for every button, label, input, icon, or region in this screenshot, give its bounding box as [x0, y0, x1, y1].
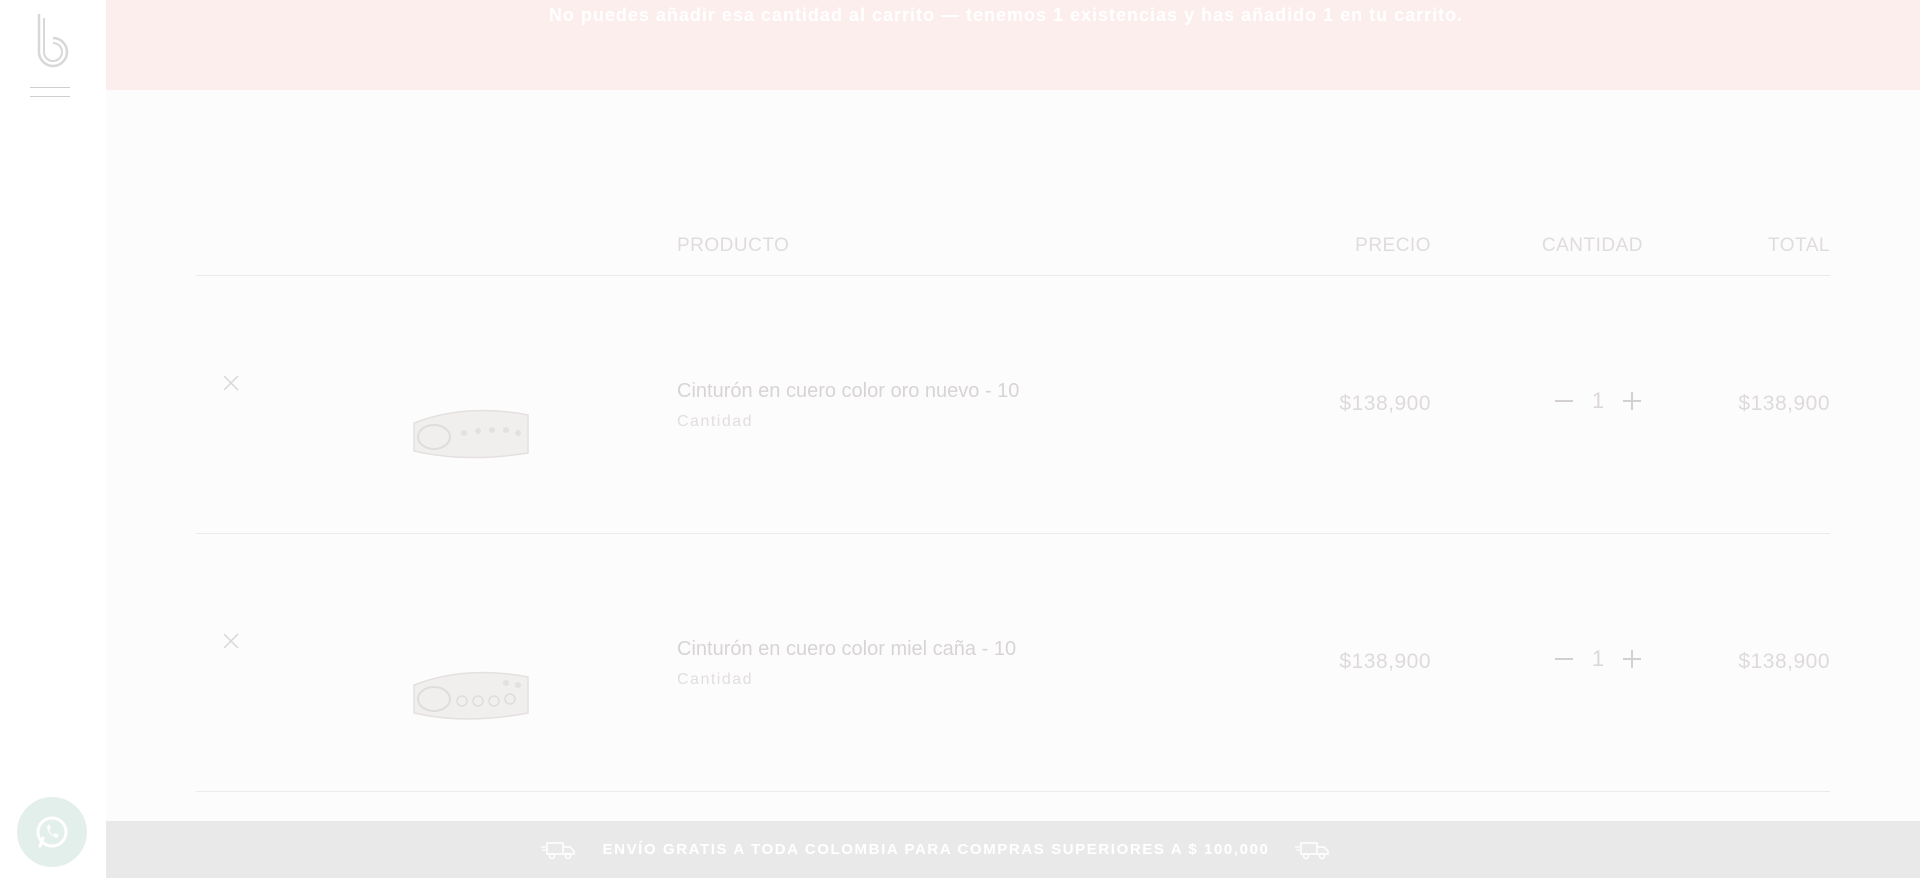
minus-icon[interactable] [1553, 648, 1575, 670]
header-quantity: CANTIDAD [1541, 235, 1643, 256]
cart-item: Cinturón en cuero color oro nuevo - 10 C… [196, 276, 1830, 534]
cart-page: No puedes añadir esa cantidad al carrito… [106, 0, 1920, 878]
cart-item: Cinturón en cuero color miel caña - 10 C… [196, 534, 1830, 792]
product-thumbnail[interactable] [406, 393, 536, 473]
truck-icon [1295, 841, 1330, 859]
plus-icon[interactable] [1621, 648, 1643, 670]
row-divider [196, 791, 1830, 792]
quantity-value[interactable]: 1 [1583, 646, 1613, 672]
error-notice-text: No puedes añadir esa cantidad al carrito… [548, 5, 1464, 25]
shipping-banner: ENVÍO GRATIS A TODA COLOMBIA PARA COMPRA… [106, 821, 1920, 878]
remove-item-button[interactable] [220, 372, 242, 394]
plus-icon[interactable] [1621, 390, 1643, 412]
belt-image [413, 409, 529, 459]
quantity-label: Cantidad [677, 671, 754, 688]
shipping-text: ENVÍO GRATIS A TODA COLOMBIA PARA COMPRA… [602, 841, 1270, 858]
quantity-stepper: 1 [1553, 644, 1643, 674]
item-price: $138,900 [1339, 650, 1431, 673]
product-name[interactable]: Cinturón en cuero color miel caña - 10 [677, 638, 1016, 661]
header-price: PRECIO [1355, 235, 1431, 256]
truck-icon [540, 841, 575, 859]
whatsapp-button[interactable] [17, 797, 87, 867]
error-notice: No puedes añadir esa cantidad al carrito… [106, 0, 1920, 90]
whatsapp-icon [36, 816, 68, 848]
header-product: PRODUCTO [677, 235, 790, 256]
header-total: TOTAL [1768, 235, 1830, 256]
remove-item-button[interactable] [220, 630, 242, 652]
b-logo-icon[interactable] [33, 12, 69, 68]
quantity-label: Cantidad [677, 413, 754, 430]
close-icon [223, 633, 239, 649]
sidebar [0, 0, 106, 878]
item-price: $138,900 [1339, 392, 1431, 415]
hamburger-icon[interactable] [30, 87, 70, 107]
item-total: $138,900 [1738, 650, 1830, 673]
minus-icon[interactable] [1553, 390, 1575, 412]
quantity-value[interactable]: 1 [1583, 388, 1613, 414]
close-icon [223, 375, 239, 391]
quantity-stepper: 1 [1553, 386, 1643, 416]
belt-image [413, 671, 529, 720]
product-name[interactable]: Cinturón en cuero color oro nuevo - 10 [677, 380, 1019, 403]
product-thumbnail[interactable] [406, 651, 536, 731]
item-total: $138,900 [1738, 392, 1830, 415]
